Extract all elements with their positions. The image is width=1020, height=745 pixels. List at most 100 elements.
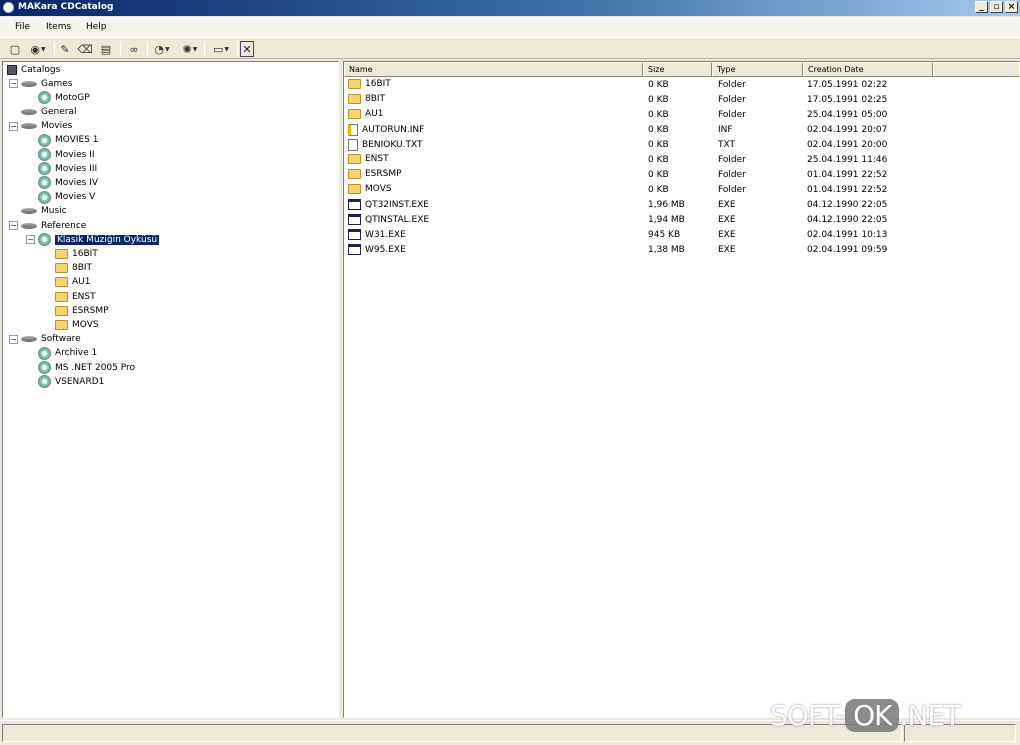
tree-node[interactable]: Archive 1 bbox=[26, 346, 97, 360]
disc-icon bbox=[38, 133, 51, 147]
folder-icon bbox=[55, 248, 68, 259]
table-row[interactable]: AUTORUN.INF 0 KB INF 02.04.1991 20:07 bbox=[344, 123, 1019, 138]
edit-icon[interactable]: ✎ bbox=[58, 41, 72, 57]
column-header-type[interactable]: Type bbox=[712, 62, 803, 77]
minimize-button[interactable]: _ bbox=[975, 1, 988, 13]
drive-icon bbox=[21, 208, 37, 215]
tree-node[interactable]: General bbox=[9, 105, 76, 118]
name-cell: W31.EXE bbox=[348, 229, 406, 240]
expand-toggle-icon[interactable]: − bbox=[9, 221, 18, 230]
folder-icon bbox=[348, 109, 361, 119]
file-name: MOVS bbox=[365, 184, 392, 194]
table-row[interactable]: ESRSMP 0 KB Folder 01.04.1991 22:52 bbox=[344, 168, 1019, 183]
type-cell: Folder bbox=[718, 155, 746, 165]
exe-icon bbox=[348, 244, 361, 255]
tree-node[interactable]: − Software bbox=[9, 333, 81, 346]
table-row[interactable]: BENIOKU.TXT 0 KB TXT 02.04.1991 20:00 bbox=[344, 138, 1019, 153]
tree-node[interactable]: 16BIT bbox=[43, 247, 98, 260]
type-cell: Folder bbox=[718, 110, 746, 120]
disc-icon bbox=[38, 176, 51, 190]
tree-node[interactable]: MS .NET 2005 Pro bbox=[26, 361, 135, 374]
table-row[interactable]: 16BIT 0 KB Folder 17.05.1991 02:22 bbox=[344, 78, 1019, 93]
drive-dropdown-icon[interactable]: ◉ ▼ bbox=[26, 41, 50, 57]
column-header-name[interactable]: Name bbox=[344, 62, 643, 77]
table-row[interactable]: AU1 0 KB Folder 25.04.1991 05:00 bbox=[344, 108, 1019, 123]
tree-node[interactable]: Movies II bbox=[26, 148, 95, 161]
close-catalog-icon[interactable]: ✕ bbox=[240, 41, 254, 57]
file-name: 16BIT bbox=[365, 79, 391, 89]
tree-node[interactable]: Movies V bbox=[26, 190, 96, 204]
folder-icon bbox=[55, 291, 68, 302]
column-header-creation-date[interactable]: Creation Date bbox=[803, 62, 933, 77]
erase-icon[interactable]: ⌫ bbox=[77, 41, 93, 57]
tree-node[interactable]: VSENARD1 bbox=[26, 375, 104, 389]
file-name: ENST bbox=[365, 154, 389, 164]
folder-icon bbox=[348, 184, 361, 194]
tree-root[interactable]: Catalogs bbox=[7, 63, 60, 76]
type-cell: Folder bbox=[718, 95, 746, 105]
disc-icon bbox=[38, 91, 51, 105]
table-row[interactable]: ENST 0 KB Folder 25.04.1991 11:46 bbox=[344, 153, 1019, 168]
toolbar-separator bbox=[237, 42, 238, 56]
view-dropdown-icon[interactable]: ▭ ▼ bbox=[208, 41, 234, 57]
tree-node[interactable]: MOVIES 1 bbox=[26, 133, 99, 147]
table-row[interactable]: QTINSTAL.EXE 1,94 MB EXE 04.12.1990 22:05 bbox=[344, 213, 1019, 228]
title-bar[interactable]: MAKara CDCatalog _ ▫ × bbox=[0, 0, 1020, 16]
file-list[interactable]: Name Size Type Creation Date 16BIT 0 KB Fo… bbox=[343, 61, 1020, 718]
table-row[interactable]: W95.EXE 1,38 MB EXE 02.04.1991 09:59 bbox=[344, 243, 1019, 258]
expand-toggle-icon[interactable]: − bbox=[9, 334, 18, 344]
disc-icon bbox=[38, 190, 51, 204]
tree-node[interactable]: − Klasik Müziğin Öyküsü bbox=[26, 233, 160, 247]
close-button[interactable]: × bbox=[1005, 1, 1018, 13]
tree-node[interactable]: 8BIT bbox=[43, 262, 92, 275]
size-cell: 1,94 MB bbox=[648, 215, 685, 225]
tree-node-label: Movies III bbox=[55, 163, 98, 174]
expand-toggle-icon[interactable]: − bbox=[26, 235, 35, 245]
file-name: W31.EXE bbox=[365, 229, 406, 240]
tree-node-label: Movies IV bbox=[55, 177, 98, 188]
tree-node-label: ENST bbox=[72, 291, 96, 302]
tree-node[interactable]: Movies IV bbox=[26, 176, 98, 190]
type-cell: INF bbox=[718, 125, 733, 135]
disc-dropdown-icon[interactable]: ✺ ▼ bbox=[178, 41, 202, 57]
file-name: ESRSMP bbox=[365, 169, 402, 179]
size-cell: 0 KB bbox=[648, 95, 669, 105]
tree-node[interactable]: AU1 bbox=[43, 276, 90, 289]
name-cell: AUTORUN.INF bbox=[348, 124, 424, 136]
catalog-tree[interactable]: Catalogs − Games MotoGP General − Movies MOVIE… bbox=[2, 61, 339, 718]
table-row[interactable]: W31.EXE 945 KB EXE 02.04.1991 10:13 bbox=[344, 228, 1019, 243]
properties-icon[interactable]: ▤ bbox=[98, 41, 114, 57]
tree-node[interactable]: − Movies bbox=[9, 120, 72, 133]
exe-icon bbox=[348, 214, 361, 225]
name-cell: BENIOKU.TXT bbox=[348, 139, 422, 151]
expand-toggle-icon[interactable]: − bbox=[9, 79, 18, 88]
new-icon[interactable]: ▢ bbox=[8, 41, 22, 57]
menu-file[interactable]: File bbox=[15, 22, 30, 32]
disc-icon bbox=[38, 346, 51, 360]
tree-node[interactable]: − Games bbox=[9, 77, 72, 90]
table-row[interactable]: 8BIT 0 KB Folder 17.05.1991 02:25 bbox=[344, 93, 1019, 108]
tree-node-label: Movies V bbox=[55, 192, 96, 203]
tree-node[interactable]: − Reference bbox=[9, 219, 86, 232]
expand-toggle-icon[interactable]: − bbox=[9, 121, 18, 131]
column-header-size[interactable]: Size bbox=[643, 62, 712, 77]
table-row[interactable]: MOVS 0 KB Folder 01.04.1991 22:52 bbox=[344, 183, 1019, 198]
tree-node[interactable]: Movies III bbox=[26, 162, 98, 176]
tree-node-label: General bbox=[41, 106, 77, 117]
tree-node[interactable]: Music bbox=[9, 205, 67, 218]
tree-node[interactable]: ENST bbox=[43, 290, 96, 303]
disc-icon bbox=[38, 162, 51, 176]
check-dropdown-icon[interactable]: ◔ ▼ bbox=[150, 41, 174, 57]
status-panel bbox=[2, 724, 902, 742]
tree-node[interactable]: MOVS bbox=[43, 318, 99, 331]
menu-help[interactable]: Help bbox=[86, 22, 107, 32]
table-row[interactable]: QT32INST.EXE 1,96 MB EXE 04.12.1990 22:05 bbox=[344, 198, 1019, 213]
binoculars-icon[interactable]: ∞ bbox=[126, 41, 142, 57]
maximize-button[interactable]: ▫ bbox=[990, 1, 1003, 13]
tree-node[interactable]: ESRSMP bbox=[43, 304, 109, 317]
tree-node-label: 8BIT bbox=[72, 263, 93, 274]
tree-node[interactable]: MotoGP bbox=[26, 91, 90, 105]
menu-items[interactable]: Items bbox=[46, 22, 71, 32]
file-name: QTINSTAL.EXE bbox=[365, 214, 430, 225]
name-cell: 8BIT bbox=[348, 94, 385, 104]
